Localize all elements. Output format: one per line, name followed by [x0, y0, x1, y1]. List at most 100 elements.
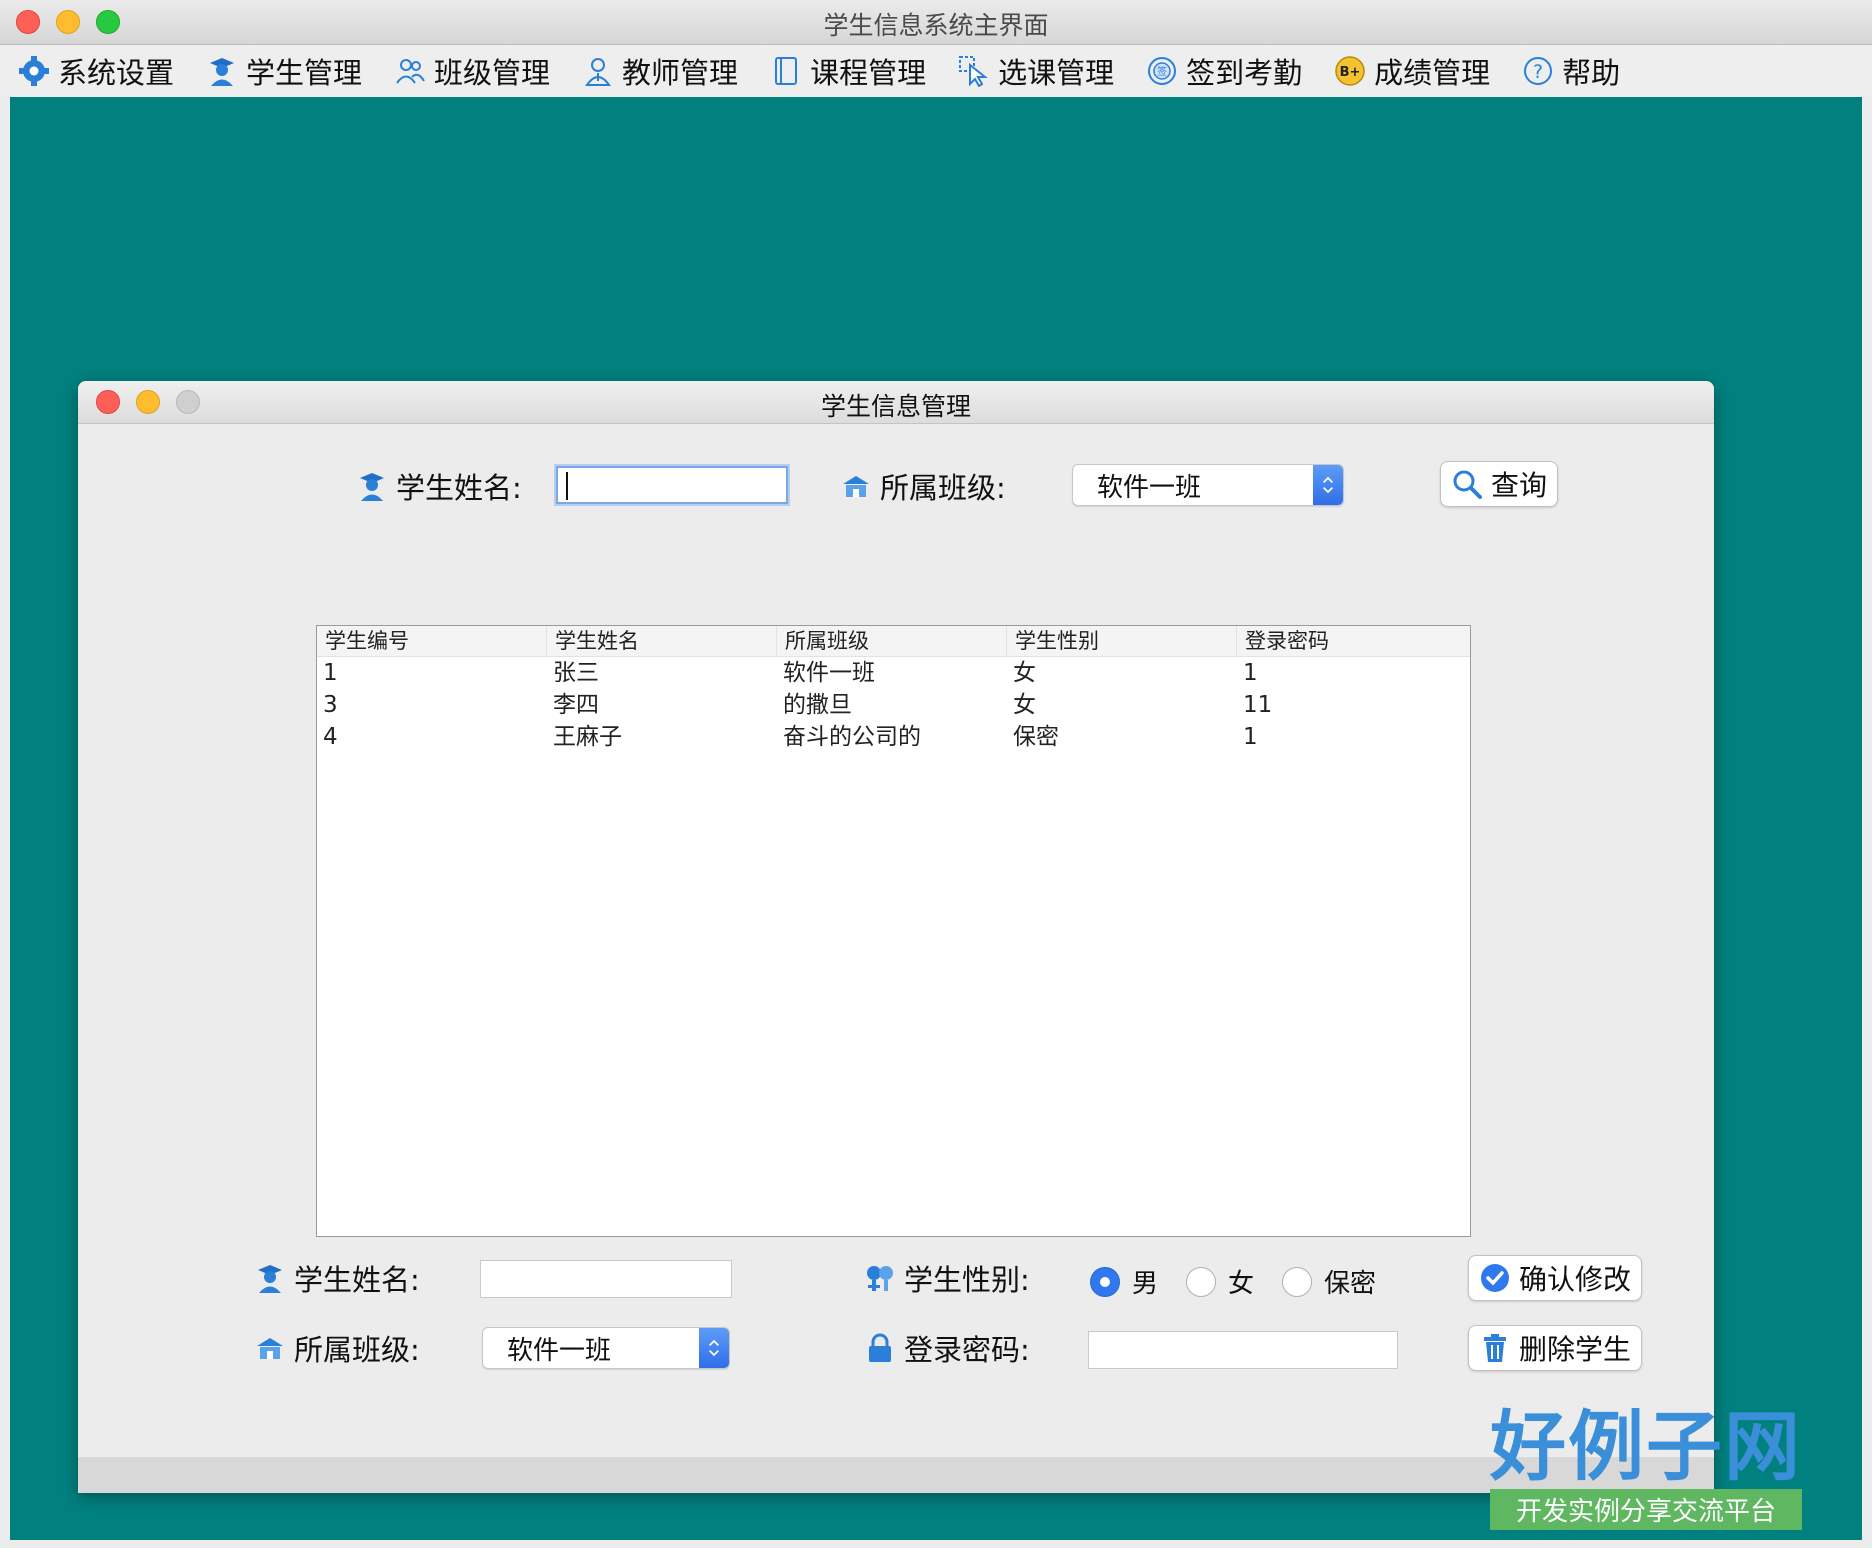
- gender-icon: [867, 1266, 893, 1291]
- column-header-name[interactable]: 学生姓名: [547, 626, 777, 656]
- edit-password-input[interactable]: [1088, 1331, 1398, 1369]
- delete-student-button[interactable]: 删除学生: [1468, 1325, 1642, 1371]
- search-name-input[interactable]: [556, 466, 788, 504]
- table-cell: 女: [1013, 660, 1036, 686]
- radio-dot: [1186, 1266, 1216, 1297]
- radio-dot: [1090, 1266, 1120, 1297]
- book-icon: [775, 57, 798, 85]
- menu-grade-management[interactable]: B+ 成绩管理: [1316, 45, 1504, 97]
- watermark-subtitle: 开发实例分享交流平台: [1490, 1489, 1802, 1530]
- student-info-dialog: 学生信息管理 学生姓名: 所属班级: 软件一班 查询 学生编号 学生姓名 所属班…: [78, 381, 1714, 1493]
- label-text: 学生姓名:: [396, 471, 522, 505]
- gender-radio-female[interactable]: 女: [1186, 1263, 1254, 1300]
- label-text: 学生性别:: [904, 1263, 1030, 1297]
- student-icon: [360, 473, 384, 501]
- search-class-select[interactable]: 软件一班: [1072, 464, 1344, 506]
- menu-label: 成绩管理: [1374, 56, 1491, 90]
- menu-label: 选课管理: [998, 56, 1115, 90]
- column-header-class[interactable]: 所属班级: [777, 626, 1007, 656]
- svg-text:签: 签: [1157, 65, 1167, 78]
- table-cell: 奋斗的公司的: [783, 724, 921, 750]
- menu-label: 系统设置: [58, 56, 175, 90]
- menubar: 系统设置 学生管理 班级管理 教师管理 课程管理 选课管理 签 签到考勤 B+ …: [0, 45, 1872, 97]
- radio-label: 女: [1228, 1269, 1255, 1299]
- button-label: 确认修改: [1518, 1263, 1631, 1296]
- main-titlebar: 学生信息系统主界面: [0, 0, 1872, 45]
- table-row[interactable]: 4 王麻子 奋斗的公司的 保密 1: [317, 721, 1470, 753]
- table-cell: 的撒旦: [783, 692, 852, 718]
- class-icon: [396, 59, 425, 84]
- table-cell: 1: [323, 660, 338, 686]
- lock-icon: [869, 1333, 891, 1362]
- column-header-password[interactable]: 登录密码: [1237, 626, 1470, 656]
- table-cell: 4: [323, 724, 338, 750]
- grade-icon: B+: [1335, 56, 1365, 86]
- edit-gender-label: 学生性别:: [864, 1253, 1030, 1303]
- label-text: 所属班级:: [294, 1333, 420, 1367]
- student-table[interactable]: 学生编号 学生姓名 所属班级 学生性别 登录密码 1 张三 软件一班 女 1 3…: [316, 625, 1471, 1237]
- table-row[interactable]: 3 李四 的撒旦 女 11: [317, 689, 1470, 721]
- button-label: 查询: [1490, 469, 1547, 502]
- table-cell: 保密: [1013, 724, 1059, 750]
- column-header-id[interactable]: 学生编号: [317, 626, 547, 656]
- edit-password-label: 登录密码:: [864, 1323, 1030, 1373]
- menu-label: 学生管理: [246, 56, 363, 90]
- label-text: 学生姓名:: [294, 1263, 420, 1297]
- gender-radio-secret[interactable]: 保密: [1282, 1263, 1376, 1300]
- select-value: 软件一班: [507, 1335, 612, 1366]
- select-value: 软件一班: [1097, 472, 1202, 503]
- dialog-bottom-bar: [78, 1457, 1714, 1493]
- confirm-edit-button[interactable]: 确认修改: [1468, 1255, 1642, 1301]
- trash-icon: [1483, 1334, 1506, 1362]
- table-cell: 1: [1243, 660, 1258, 686]
- menu-student-management[interactable]: 学生管理: [188, 45, 376, 97]
- edit-class-select[interactable]: 软件一班: [482, 1327, 730, 1369]
- search-class-label: 所属班级:: [840, 461, 1006, 511]
- site-watermark-logo: 好例子网 开发实例分享交流平台: [1490, 1405, 1802, 1530]
- menu-class-management[interactable]: 班级管理: [376, 45, 564, 97]
- gender-radio-male[interactable]: 男: [1090, 1263, 1158, 1300]
- menu-attendance[interactable]: 签 签到考勤: [1128, 45, 1316, 97]
- table-cell: 女: [1013, 692, 1036, 718]
- menu-teacher-management[interactable]: 教师管理: [564, 45, 752, 97]
- menu-course-selection[interactable]: 选课管理: [940, 45, 1128, 97]
- label-text: 所属班级:: [880, 471, 1006, 505]
- search-name-label: 学生姓名:: [356, 461, 522, 511]
- menu-label: 帮助: [1562, 56, 1621, 90]
- text-caret: [566, 472, 568, 500]
- radio-label: 男: [1132, 1269, 1159, 1299]
- teacher-icon: [585, 58, 611, 86]
- table-header: 学生编号 学生姓名 所属班级 学生性别 登录密码: [317, 626, 1470, 657]
- menu-system-settings[interactable]: 系统设置: [0, 45, 188, 97]
- student-icon: [210, 58, 235, 86]
- table-cell: 3: [323, 692, 338, 718]
- radio-label: 保密: [1324, 1269, 1377, 1299]
- chevron-updown-icon: [1313, 465, 1343, 505]
- label-text: 登录密码:: [904, 1333, 1030, 1367]
- dialog-titlebar: 学生信息管理: [78, 381, 1714, 424]
- query-button[interactable]: 查询: [1440, 461, 1558, 507]
- table-cell: 王麻子: [553, 724, 622, 750]
- table-cell: 张三: [553, 660, 599, 686]
- edit-name-input[interactable]: [480, 1260, 732, 1298]
- student-icon: [258, 1265, 282, 1293]
- table-row[interactable]: 1 张三 软件一班 女 1: [317, 657, 1470, 689]
- gear-icon: [19, 56, 49, 86]
- menu-label: 签到考勤: [1186, 56, 1303, 90]
- svg-text:B+: B+: [1340, 65, 1361, 80]
- menu-help[interactable]: ? 帮助: [1504, 45, 1634, 97]
- radio-dot: [1282, 1266, 1312, 1297]
- search-icon: [1453, 470, 1482, 499]
- column-header-gender[interactable]: 学生性别: [1007, 626, 1237, 656]
- menu-label: 班级管理: [434, 56, 551, 90]
- chevron-updown-icon: [699, 1328, 729, 1368]
- table-cell: 1: [1243, 724, 1258, 750]
- window-title: 学生信息系统主界面: [823, 11, 1049, 40]
- school-icon: [843, 476, 869, 497]
- table-cell: 11: [1243, 692, 1273, 718]
- menu-label: 课程管理: [810, 56, 927, 90]
- sign-in-icon: 签: [1148, 57, 1177, 85]
- school-icon: [257, 1338, 283, 1359]
- cursor-select-icon: [959, 56, 988, 87]
- menu-course-management[interactable]: 课程管理: [752, 45, 940, 97]
